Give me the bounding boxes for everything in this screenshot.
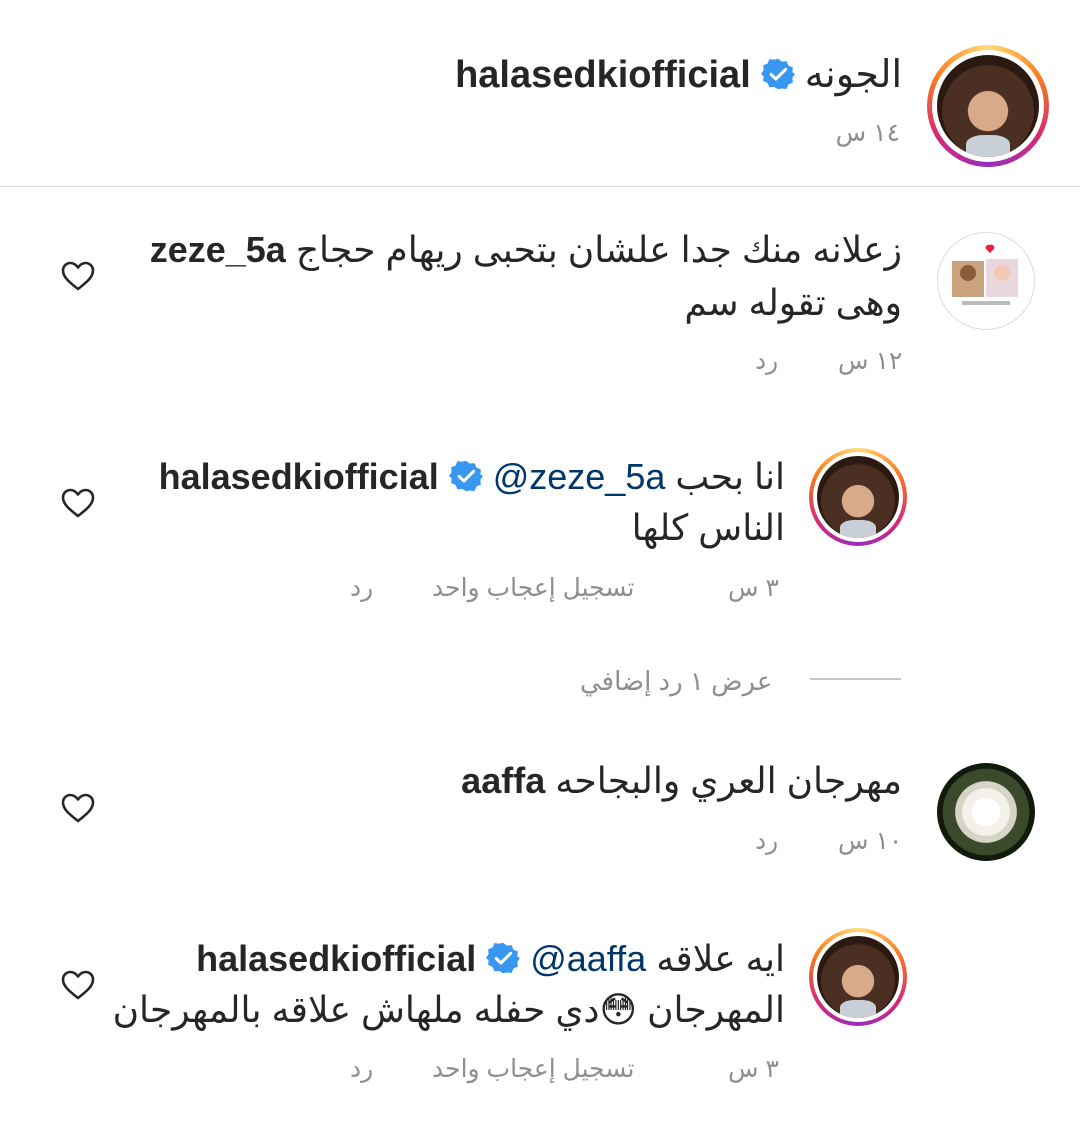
comment-text-aaffa: aaffa مهرجان العري والبجاحه	[461, 756, 902, 806]
heart-outline-icon[interactable]	[61, 260, 95, 292]
heart-outline-icon[interactable]	[61, 969, 95, 1001]
reply-body: دي حفله ملهاش علاقه بالمهرجان	[112, 989, 600, 1030]
reply-avatar	[817, 936, 899, 1018]
reply-body: المهرجان	[647, 989, 785, 1030]
comment-username[interactable]: zeze_5a	[150, 229, 286, 270]
comment-username[interactable]: aaffa	[461, 760, 545, 801]
reply-text-line1: halasedkiofficial @zeze_5a انا بحب	[159, 452, 785, 502]
reply-button[interactable]: رد	[350, 1054, 373, 1084]
caption-username[interactable]: halasedkiofficial	[455, 54, 751, 96]
reply-username[interactable]: halasedkiofficial	[196, 938, 476, 979]
flushed-face-emoji: 😳	[599, 989, 638, 1030]
heart-outline-icon[interactable]	[61, 487, 95, 519]
comment-avatar-aaffa[interactable]	[937, 763, 1035, 861]
reply-button[interactable]: رد	[755, 826, 778, 856]
mention-link[interactable]: @aaffa	[530, 938, 646, 979]
reply-body: ايه علاقه	[656, 938, 785, 979]
view-more-replies-button[interactable]: عرض ١ رد إضافي	[580, 666, 772, 697]
comment-body: زعلانه منك جدا علشان بتحبى ريهام حجاج	[295, 229, 902, 270]
caption-avatar	[937, 55, 1039, 157]
reply-text-line1: halasedkiofficial @aaffa ايه علاقه	[196, 934, 785, 984]
heart-outline-icon[interactable]	[61, 792, 95, 824]
mention-link[interactable]: @zeze_5a	[493, 456, 666, 497]
like-count-link[interactable]: تسجيل إعجاب واحد	[432, 573, 635, 603]
like-count-link[interactable]: تسجيل إعجاب واحد	[432, 1054, 635, 1084]
verified-badge-icon	[760, 58, 795, 90]
reply-avatar-ring[interactable]	[809, 928, 907, 1026]
caption-text: الجونه	[804, 54, 902, 96]
reply-username[interactable]: halasedkiofficial	[159, 456, 439, 497]
caption-time: ١٤ س	[835, 119, 900, 147]
reply-text-line2: الناس كلها	[631, 507, 785, 548]
verified-badge-icon	[486, 942, 521, 974]
divider	[0, 186, 1080, 187]
reply-avatar	[817, 456, 899, 538]
comment-time: ١٠ س	[838, 827, 903, 855]
caption-line: halasedkiofficial الجونه	[455, 52, 902, 97]
reply-avatar-ring[interactable]	[809, 448, 907, 546]
reply-text-line2: المهرجان 😳دي حفله ملهاش علاقه بالمهرجان	[113, 985, 785, 1035]
comment-avatar-zeze[interactable]	[937, 232, 1035, 330]
comment-text-zeze: zeze_5a زعلانه منك جدا علشان بتحبى ريهام…	[150, 225, 902, 275]
comment-text-zeze-line2: وهى تقوله سم	[684, 282, 902, 323]
reply-body: انا بحب	[675, 456, 785, 497]
avatar-collage-image	[952, 244, 1018, 305]
reply-button[interactable]: رد	[755, 346, 778, 376]
caption-avatar-ring[interactable]	[927, 45, 1049, 167]
reply-time: ٣ س	[728, 1055, 779, 1083]
view-replies-line	[810, 678, 901, 680]
comment-time: ١٢ س	[838, 347, 903, 375]
verified-badge-icon	[448, 460, 483, 492]
comment-body: مهرجان العري والبجاحه	[555, 760, 902, 801]
reply-time: ٣ س	[728, 574, 779, 602]
reply-button[interactable]: رد	[350, 573, 373, 603]
